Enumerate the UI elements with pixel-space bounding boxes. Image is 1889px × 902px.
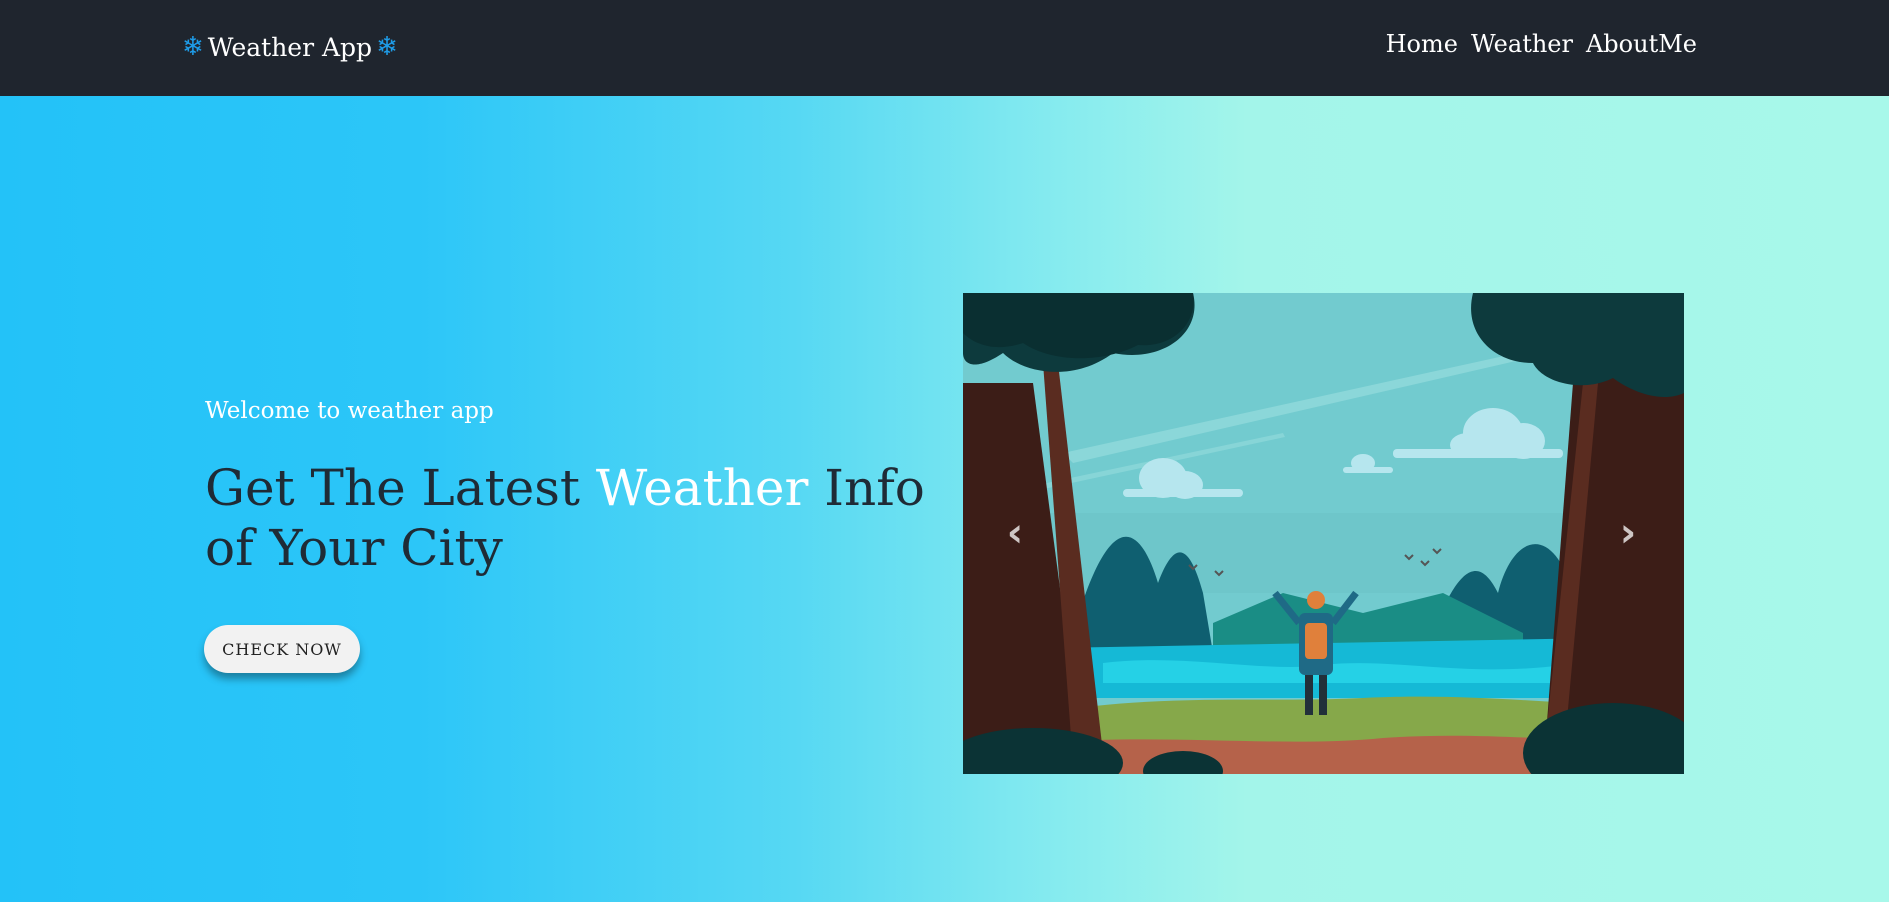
brand[interactable]: ❄ Weather App ❄	[182, 30, 398, 64]
snowflake-icon: ❄	[182, 32, 204, 62]
brand-title: Weather App	[207, 32, 373, 62]
snowflake-icon: ❄	[376, 32, 398, 62]
welcome-text: Welcome to weather app	[205, 398, 494, 424]
hiker-landscape-illustration	[963, 293, 1684, 774]
top-navbar: ❄ Weather App ❄ Home Weather AboutMe	[0, 0, 1889, 96]
image-carousel: ‹ ›	[963, 293, 1684, 774]
check-now-button[interactable]: CHECK NOW	[204, 625, 360, 673]
carousel-prev-control[interactable]: ‹	[995, 503, 1035, 563]
carousel-next-control[interactable]: ›	[1608, 503, 1648, 563]
nav-link-weather[interactable]: Weather	[1471, 30, 1573, 58]
headline-start: Get The Latest	[205, 459, 596, 517]
nav-link-home[interactable]: Home	[1386, 30, 1458, 58]
chevron-right-icon: ›	[1619, 510, 1637, 556]
chevron-left-icon: ‹	[1006, 510, 1024, 556]
nav-links: Home Weather AboutMe	[1386, 30, 1697, 58]
nav-link-aboutme[interactable]: AboutMe	[1586, 30, 1697, 58]
hero-section: Welcome to weather app Get The Latest We…	[0, 96, 1889, 902]
hero-headline: Get The Latest Weather Info of Your City	[205, 458, 925, 578]
headline-highlight: Weather	[595, 459, 809, 517]
